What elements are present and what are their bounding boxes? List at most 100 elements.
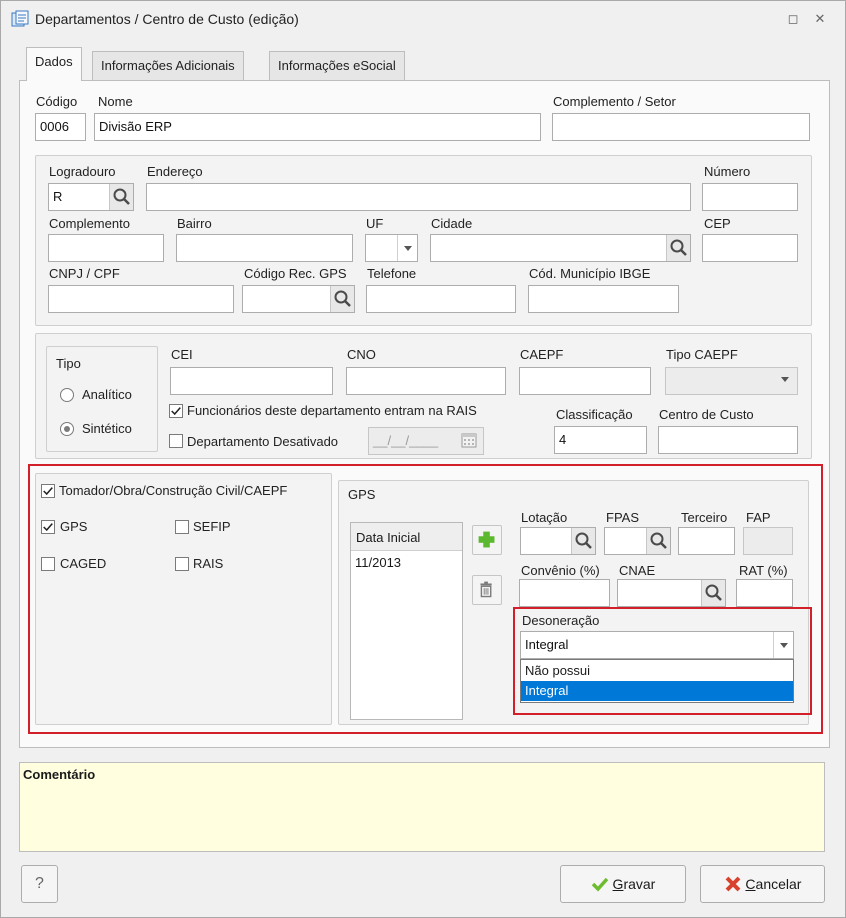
cei-label: CEI	[171, 347, 193, 362]
restore-button[interactable]: ◻	[784, 11, 802, 27]
codigo-rec-gps-search-button[interactable]	[330, 286, 354, 312]
chevron-down-icon	[781, 377, 789, 382]
comment-label: Comentário	[23, 767, 96, 782]
option-integral[interactable]: Integral	[521, 681, 793, 701]
gps-checkbox[interactable]	[41, 520, 55, 534]
telefone-input[interactable]	[366, 285, 516, 313]
tab-informacoes-esocial[interactable]: Informações eSocial	[269, 51, 405, 81]
cep-input[interactable]	[702, 234, 798, 262]
complemento-input[interactable]	[48, 234, 164, 262]
lotacao-search-button[interactable]	[571, 528, 595, 554]
convenio-input[interactable]	[519, 579, 610, 607]
date-placeholder: __/__/____	[373, 433, 439, 448]
search-icon	[575, 532, 592, 549]
terceiro-input[interactable]	[678, 527, 735, 555]
nome-label: Nome	[98, 94, 133, 109]
numero-label: Número	[704, 164, 751, 179]
cno-input[interactable]	[346, 367, 506, 395]
codigo-input[interactable]: 0006	[35, 113, 86, 141]
radio-analitico[interactable]	[60, 388, 74, 402]
caged-checkbox[interactable]	[41, 557, 55, 571]
numero-input[interactable]	[702, 183, 798, 211]
bairro-input[interactable]	[176, 234, 353, 262]
desoneracao-dropdown-list: Não possui Integral	[520, 659, 794, 703]
comment-area[interactable]: Comentário	[19, 762, 825, 852]
centro-custo-label: Centro de Custo	[659, 407, 754, 422]
rais-tomador-checkbox[interactable]	[175, 557, 189, 571]
tab-dados[interactable]: Dados	[26, 47, 82, 81]
cidade-input[interactable]	[430, 234, 691, 262]
delete-button[interactable]	[472, 575, 502, 605]
close-button[interactable]: ✕	[811, 11, 829, 27]
search-icon	[705, 584, 722, 601]
fpas-search-button[interactable]	[646, 528, 670, 554]
classificacao-label: Classificação	[556, 407, 633, 422]
title-bar: Departamentos / Centro de Custo (edição)…	[1, 1, 845, 37]
save-button[interactable]: Gravar	[560, 865, 686, 903]
fap-label: FAP	[746, 510, 771, 525]
centro-custo-input[interactable]	[658, 426, 798, 454]
data-inicial-header[interactable]: Data Inicial	[351, 523, 462, 551]
help-button[interactable]: ?	[21, 865, 58, 903]
search-icon	[670, 239, 687, 256]
fap-input	[743, 527, 793, 555]
tab-informacoes-adicionais[interactable]: Informações Adicionais	[92, 51, 244, 81]
rais-checkbox[interactable]	[169, 404, 183, 418]
cnae-label: CNAE	[619, 563, 656, 578]
codigo-label: Código	[36, 94, 78, 109]
cei-input[interactable]	[170, 367, 333, 395]
endereco-label: Endereço	[147, 164, 203, 179]
caged-checkbox-label: CAGED	[60, 556, 107, 571]
calendar-icon	[460, 431, 478, 449]
analitico-label: Analítico	[82, 387, 132, 402]
data-inicial-list[interactable]: Data Inicial 11/2013	[350, 522, 463, 720]
checkmark-icon	[43, 523, 53, 532]
caepf-input[interactable]	[519, 367, 651, 395]
gps-checkbox-label: GPS	[60, 519, 88, 534]
nome-input[interactable]: Divisão ERP	[94, 113, 541, 141]
search-icon	[334, 290, 351, 307]
sefip-checkbox[interactable]	[175, 520, 189, 534]
tomador-checkbox-label: Tomador/Obra/Construção Civil/CAEPF	[59, 483, 288, 498]
uf-dropdown-button[interactable]	[397, 235, 417, 261]
cancel-button[interactable]: Cancelar	[700, 865, 825, 903]
add-button[interactable]	[472, 525, 502, 555]
cnpj-cpf-input[interactable]	[48, 285, 234, 313]
radio-sintetico[interactable]	[60, 422, 74, 436]
fpas-label: FPAS	[606, 510, 639, 525]
terceiro-label: Terceiro	[681, 510, 728, 525]
tomador-checkbox[interactable]	[41, 484, 55, 498]
telefone-label: Telefone	[367, 266, 417, 281]
edit-window: Departamentos / Centro de Custo (edição)…	[0, 0, 846, 918]
complemento-label: Complemento	[49, 216, 130, 231]
logradouro-search-button[interactable]	[109, 184, 133, 210]
rais-tomador-checkbox-label: RAIS	[193, 556, 224, 571]
cod-municipio-input[interactable]	[528, 285, 679, 313]
logradouro-value: R	[53, 189, 63, 204]
codigo-rec-gps-label: Código Rec. GPS	[244, 266, 347, 281]
desativado-checkbox[interactable]	[169, 434, 183, 448]
data-inicial-row[interactable]: 11/2013	[355, 555, 401, 570]
uf-label: UF	[366, 216, 384, 231]
desoneracao-dropdown-button[interactable]	[773, 632, 793, 658]
rat-input[interactable]	[736, 579, 793, 607]
cidade-search-button[interactable]	[666, 235, 690, 261]
desoneracao-select[interactable]: Integral	[520, 631, 794, 659]
chevron-down-icon	[404, 246, 412, 251]
cnae-search-button[interactable]	[701, 580, 725, 606]
tipo-caepf-select[interactable]	[665, 367, 798, 395]
save-button-label: ravar	[623, 876, 656, 892]
gps-group-title: GPS	[348, 487, 376, 502]
endereco-input[interactable]	[146, 183, 691, 211]
save-button-mnemonic: G	[612, 876, 624, 892]
desativado-checkbox-label: Departamento Desativado	[187, 434, 339, 449]
desoneracao-label: Desoneração	[522, 613, 600, 628]
sefip-checkbox-label: SEFIP	[193, 519, 231, 534]
convenio-label: Convênio (%)	[521, 563, 600, 578]
option-nao-possui[interactable]: Não possui	[521, 661, 793, 681]
window-title: Departamentos / Centro de Custo (edição)	[35, 11, 299, 27]
logradouro-label: Logradouro	[49, 164, 116, 179]
trash-icon	[480, 581, 492, 598]
complemento-setor-input[interactable]	[552, 113, 810, 141]
classificacao-input[interactable]: 4	[554, 426, 647, 454]
